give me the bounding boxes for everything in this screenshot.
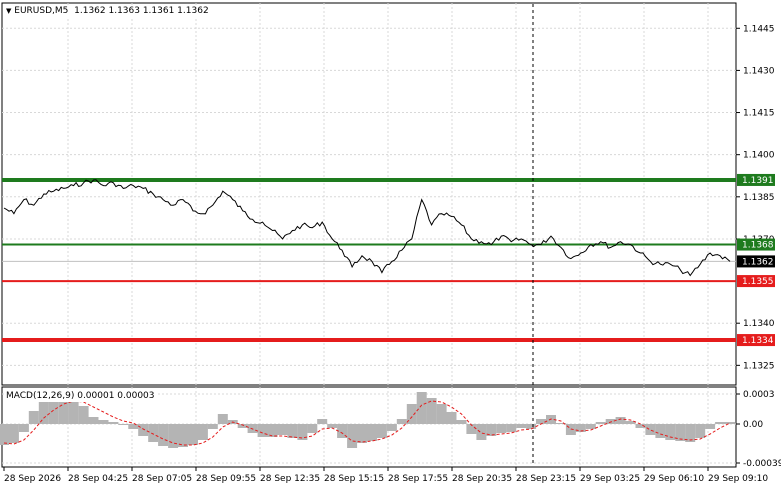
macd-histogram-bar bbox=[456, 420, 467, 424]
trading-chart-window[interactable]: 1.14451.14301.14151.14001.13851.13701.13… bbox=[0, 0, 781, 489]
resistance-level-label: 1.1368 bbox=[737, 238, 775, 251]
macd-histogram-bar bbox=[536, 419, 546, 424]
macd-histogram-bar bbox=[645, 424, 656, 435]
time-tick-label: 29 Sep 06:10 bbox=[644, 474, 704, 484]
macd-histogram-bar bbox=[28, 411, 39, 424]
macd-histogram-bar bbox=[158, 424, 169, 446]
macd-histogram-bar bbox=[367, 424, 377, 441]
macd-histogram-bar bbox=[695, 424, 706, 438]
macd-histogram-bar bbox=[386, 424, 397, 431]
macd-histogram-bar bbox=[118, 424, 129, 425]
macd-histogram-bar bbox=[725, 422, 735, 424]
time-tick-label: 28 Sep 15:15 bbox=[324, 474, 384, 484]
macd-histogram-bar bbox=[585, 424, 596, 429]
macd-title: MACD(12,26,9) 0.00001 0.00003 bbox=[6, 390, 157, 402]
macd-histogram-bar bbox=[267, 424, 278, 437]
macd-histogram-bar bbox=[178, 424, 188, 447]
macd-histogram-bar bbox=[446, 412, 457, 424]
time-tick-label: 28 Sep 17:55 bbox=[388, 474, 448, 484]
triangle-down-icon[interactable]: ▼ bbox=[6, 7, 11, 15]
macd-histogram-bar bbox=[615, 417, 626, 424]
chart-header: ▼ EURUSD,M5 1.1362 1.1363 1.1361 1.1362 bbox=[6, 5, 211, 17]
macd-histogram-bar bbox=[595, 422, 606, 424]
macd-tick-label: 0.00 bbox=[743, 420, 763, 430]
price-tick-label: 1.1325 bbox=[743, 361, 775, 371]
macd-histogram-bar bbox=[396, 419, 407, 424]
macd-histogram-bar bbox=[347, 424, 358, 448]
time-tick-label: 29 Sep 09:10 bbox=[708, 474, 768, 484]
macd-histogram-bar bbox=[317, 419, 328, 424]
time-axis: 28 Sep 2026 28 Sep 04:25 28 Sep 07:05 28 Se… bbox=[3, 467, 768, 484]
macd-histogram-bar bbox=[506, 424, 517, 432]
macd-histogram-bar bbox=[217, 414, 228, 424]
time-tick-label: 28 Sep 04:25 bbox=[68, 474, 128, 484]
macd-histogram-bar bbox=[168, 424, 179, 448]
ohlc-values: 1.1362 1.1363 1.1361 1.1362 bbox=[74, 6, 209, 16]
macd-histogram-bar bbox=[426, 398, 437, 424]
macd-histogram-bar bbox=[38, 401, 49, 424]
macd-histogram-bar bbox=[665, 424, 676, 440]
macd-histogram-bar bbox=[327, 424, 338, 428]
price-tick-label: 1.1340 bbox=[743, 319, 775, 329]
current-price-text: 1.1362 bbox=[742, 257, 774, 267]
macd-histogram-bar bbox=[655, 424, 666, 438]
macd-histogram-bar bbox=[526, 424, 537, 429]
price-tick-label: 1.1400 bbox=[743, 151, 775, 161]
support-level-label: 1.1334 bbox=[737, 334, 775, 347]
time-tick-label: 28 Sep 12:35 bbox=[260, 474, 320, 484]
macd-histogram-bar bbox=[376, 424, 387, 438]
macd-histogram-bar bbox=[108, 422, 119, 424]
macd-histogram-bar bbox=[416, 392, 427, 424]
price-axis: 1.14451.14301.14151.14001.13851.13701.13… bbox=[736, 24, 775, 371]
macd-histogram-bar bbox=[0, 424, 9, 445]
price-tick-label: 1.1430 bbox=[743, 66, 775, 76]
time-tick-label: 28 Sep 23:15 bbox=[516, 474, 576, 484]
macd-histogram-bar bbox=[476, 424, 487, 440]
time-tick-label: 28 Sep 07:05 bbox=[132, 474, 192, 484]
macd-histogram-bar bbox=[715, 422, 726, 424]
level-label-text: 1.1355 bbox=[742, 277, 774, 287]
macd-histogram-bar bbox=[148, 424, 159, 442]
macd-histogram-bar bbox=[18, 424, 29, 432]
symbol-label: EURUSD,M5 bbox=[14, 6, 69, 16]
level-label-text: 1.1391 bbox=[742, 176, 774, 186]
time-tick-label: 28 Sep 09:55 bbox=[196, 474, 256, 484]
current-price-label: 1.1362 bbox=[737, 255, 775, 267]
time-tick-label: 28 Sep 20:35 bbox=[452, 474, 512, 484]
price-tick-label: 1.1445 bbox=[743, 24, 775, 34]
macd-histogram-bar bbox=[78, 406, 89, 424]
macd-tick-label: -0.00039 bbox=[743, 459, 781, 469]
macd-histogram-bar bbox=[8, 424, 19, 443]
price-tick-label: 1.1385 bbox=[743, 193, 775, 203]
macd-histogram-bar bbox=[277, 424, 288, 435]
level-label-text: 1.1334 bbox=[742, 336, 774, 346]
time-tick-label: 29 Sep 03:25 bbox=[580, 474, 640, 484]
support-level-label: 1.1355 bbox=[737, 275, 775, 288]
macd-tick-label: 0.0003 bbox=[743, 390, 775, 400]
chart-canvas[interactable]: 1.14451.14301.14151.14001.13851.13701.13… bbox=[0, 0, 781, 489]
price-tick-label: 1.1415 bbox=[743, 109, 775, 119]
macd-histogram-bar bbox=[98, 420, 109, 424]
macd-histogram-bar bbox=[207, 424, 218, 429]
macd-histogram-bar bbox=[128, 424, 139, 429]
macd-histogram-bar bbox=[436, 404, 447, 424]
macd-histogram-bar bbox=[287, 424, 298, 438]
level-label-text: 1.1368 bbox=[742, 241, 774, 251]
macd-histogram-bar bbox=[48, 400, 59, 424]
macd-histogram-bar bbox=[197, 424, 208, 440]
macd-histogram-bar bbox=[257, 424, 268, 437]
macd-histogram-bar bbox=[357, 424, 367, 443]
time-tick-label: 28 Sep 2026 bbox=[4, 474, 61, 484]
main-chart-frame bbox=[1, 2, 737, 386]
macd-histogram-bar bbox=[88, 417, 99, 424]
macd-axis: 0.0003 0.00 -0.00039 bbox=[736, 390, 781, 469]
macd-histogram-bar bbox=[307, 424, 318, 433]
macd-histogram-bar bbox=[516, 424, 527, 428]
macd-histogram-bar bbox=[496, 424, 507, 433]
resistance-level-label: 1.1391 bbox=[737, 173, 775, 186]
macd-histogram-bar bbox=[188, 424, 198, 445]
macd-histogram-bar bbox=[138, 424, 149, 436]
macd-histogram-bar bbox=[705, 424, 716, 429]
